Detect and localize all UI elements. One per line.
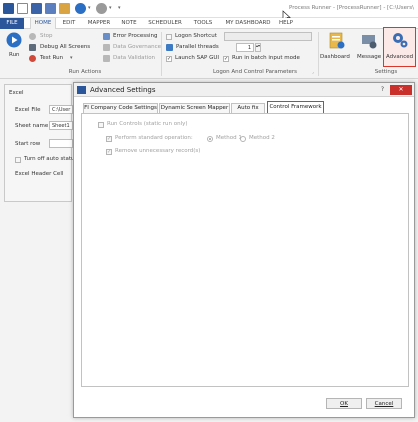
tab-dynamic-screen-mapper[interactable]: Dynamic Screen Mapper (159, 103, 230, 113)
run-label: Run (9, 52, 20, 58)
settings-caption: Settings (374, 69, 398, 75)
error-processing-button[interactable]: Error Processing (113, 33, 158, 39)
window-title: Process Runner - [ProcessRunner] - [C:\U… (288, 5, 414, 11)
debug-icon (29, 44, 36, 51)
dialog-title-bar: Advanced Settings ? ✕ (74, 83, 414, 97)
turn-off-auto-status-label: Turn off auto status (24, 156, 78, 162)
app-logo-icon (3, 3, 14, 14)
method-2-radio[interactable] (240, 136, 246, 142)
message-button[interactable]: Message (356, 31, 382, 65)
dialog-launcher-icon[interactable]: ⌟ (312, 69, 314, 74)
perform-standard-checkbox[interactable]: ✓ (106, 136, 112, 142)
cancel-button[interactable]: Cancel (366, 398, 402, 409)
menu-bar: FILE HOME EDIT MAPPER NOTE SCHEDULER TOO… (0, 18, 418, 29)
launch-sap-gui-label: Launch SAP GUI (175, 55, 219, 61)
close-button[interactable]: ✕ (390, 85, 412, 95)
menu-help[interactable]: HELP (276, 18, 296, 29)
debug-all-screens-button[interactable]: Debug All Screens (40, 44, 90, 50)
method-1-label: Method 1 (216, 135, 242, 141)
sheet-name-label: Sheet name (15, 123, 49, 129)
save-as-icon[interactable] (45, 3, 56, 14)
tab-auto-fix[interactable]: Auto fix (231, 103, 265, 113)
dashboard-label: Dashboard (320, 54, 350, 60)
gears-icon (393, 33, 408, 48)
test-run-dropdown-icon[interactable]: ▾ (70, 55, 73, 61)
logon-caption: Logon And Control Parameters (212, 69, 298, 75)
excel-panel-title: Excel (9, 90, 24, 96)
open-folder-icon[interactable] (59, 3, 70, 14)
test-run-button[interactable]: Test Run (40, 55, 63, 61)
help-icon[interactable]: ? (381, 86, 384, 93)
data-governance-button[interactable]: Data Governance (113, 44, 161, 50)
excel-file-label: Excel File (15, 107, 41, 113)
menu-scheduler[interactable]: SCHEDULER (146, 18, 184, 29)
message-label: Message (357, 54, 382, 60)
excel-panel: Excel Excel File C:\User Sheet name Shee… (4, 84, 77, 202)
parallel-threads-icon (166, 44, 173, 51)
advanced-settings-dialog: Advanced Settings ? ✕ FI Company Code Se… (73, 82, 415, 418)
perform-standard-label: Perform standard operation: (115, 135, 193, 141)
test-run-icon (29, 55, 36, 62)
title-bar: ▾ ▾ ▾ Process Runner - [ProcessRunner] -… (0, 0, 418, 22)
menu-file[interactable]: FILE (0, 18, 24, 29)
menu-tools[interactable]: TOOLS (190, 18, 216, 29)
customize-quick-access-icon[interactable]: ▾ (118, 5, 121, 11)
run-button[interactable]: Run (4, 32, 24, 60)
tab-fi-company-code-settings[interactable]: FI Company Code Settings (83, 103, 158, 113)
run-controls-label: Run Controls (static run only) (107, 121, 188, 127)
remove-unnecessary-label: Remove unnecessary record(s) (115, 148, 201, 154)
excel-file-input[interactable]: C:\User (49, 105, 73, 114)
remove-unnecessary-checkbox[interactable]: ✓ (106, 149, 112, 155)
menu-my-dashboard[interactable]: MY DASHBOARD (222, 18, 274, 29)
launch-sap-gui-checkbox[interactable]: ✓ (166, 56, 172, 62)
save-icon[interactable] (31, 3, 42, 14)
start-row-label: Start row (15, 141, 41, 147)
turn-off-auto-status-checkbox[interactable] (15, 157, 21, 163)
dialog-app-icon (77, 86, 86, 94)
dashboard-button[interactable]: Dashboard (320, 31, 354, 65)
parallel-threads-label: Parallel threads (176, 44, 219, 50)
stop-icon (29, 33, 36, 40)
data-governance-icon (103, 44, 110, 51)
data-validation-button[interactable]: Data Validation (113, 55, 155, 61)
ribbon-separator (161, 32, 162, 76)
advanced-label: Advanced (386, 54, 414, 60)
error-processing-icon (103, 33, 110, 40)
method-1-radio[interactable] (207, 136, 213, 142)
run-quick-icon[interactable] (75, 3, 86, 14)
stepper-arrows-icon[interactable]: ▴▾ (255, 43, 261, 52)
sheet-name-input[interactable]: Sheet1 (49, 121, 73, 130)
dialog-title: Advanced Settings (90, 86, 156, 94)
new-file-icon[interactable] (17, 3, 28, 14)
run-controls-checkbox[interactable] (98, 122, 104, 128)
stop-button[interactable]: Stop (40, 33, 53, 39)
stop-dropdown-icon[interactable]: ▾ (109, 5, 112, 11)
ribbon: Run Stop Debug All Screens Test Run ▾ Er… (0, 27, 418, 79)
run-batch-checkbox[interactable]: ✓ (223, 56, 229, 62)
ribbon-separator (318, 32, 319, 76)
menu-note[interactable]: NOTE (118, 18, 140, 29)
menu-edit[interactable]: EDIT (58, 18, 80, 29)
logon-shortcut-checkbox[interactable] (166, 34, 172, 40)
excel-header-cell-label: Excel Header Cell (15, 171, 64, 177)
method-2-label: Method 2 (249, 135, 275, 141)
run-batch-label: Run in batch input mode (232, 55, 300, 61)
message-icon (362, 35, 377, 49)
run-icon (6, 32, 22, 48)
control-framework-panel: Run Controls (static run only) ✓ Perform… (81, 113, 409, 387)
parallel-threads-stepper[interactable]: 1 (236, 43, 254, 52)
logon-shortcut-label: Logon Shortcut (175, 33, 217, 39)
menu-home[interactable]: HOME (30, 18, 56, 29)
ok-button[interactable]: OK (326, 398, 362, 409)
logon-shortcut-dropdown[interactable] (224, 32, 312, 41)
run-actions-caption: Run Actions (68, 69, 102, 75)
run-dropdown-icon[interactable]: ▾ (88, 5, 91, 11)
start-row-input[interactable] (49, 139, 73, 148)
stop-quick-icon[interactable] (96, 3, 107, 14)
advanced-button[interactable]: Advanced (383, 27, 416, 67)
dashboard-icon (329, 32, 345, 49)
data-validation-icon (103, 55, 110, 62)
menu-mapper[interactable]: MAPPER (84, 18, 114, 29)
method-1-radio-dot (209, 138, 211, 140)
